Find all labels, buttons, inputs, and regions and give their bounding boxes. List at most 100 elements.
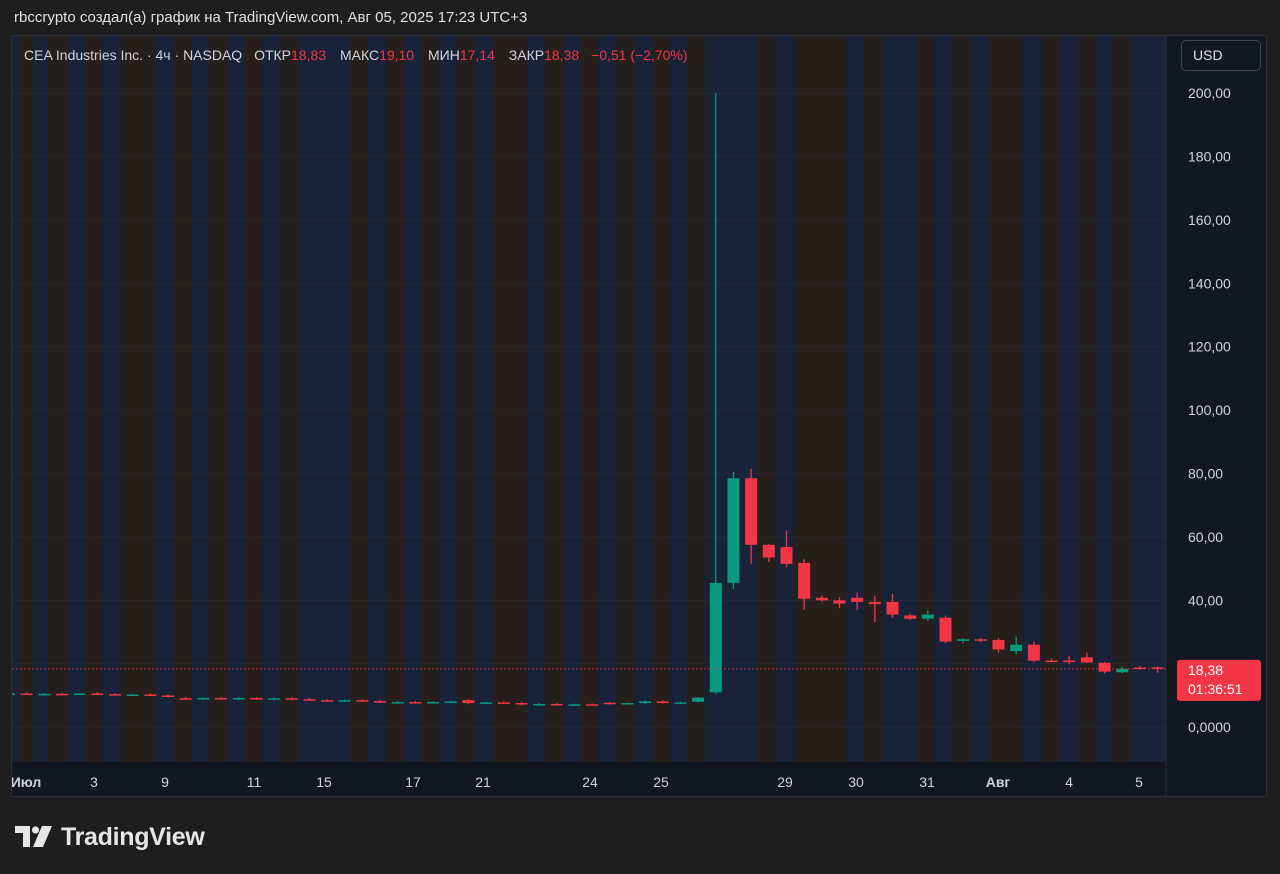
candle-body [480, 702, 493, 704]
session-band [882, 36, 917, 762]
session-band [794, 36, 846, 762]
time-axis: Июл 3 9 11 15 17 21 24 25 29 30 31 Авг 4 5 [12, 774, 1143, 790]
session-band [155, 36, 174, 762]
session-band [192, 36, 209, 762]
candle[interactable] [727, 471, 740, 590]
session-band [1059, 36, 1079, 762]
x-tick-label: Авг [986, 774, 1011, 790]
candle-body [215, 697, 228, 700]
x-tick-label: 31 [919, 774, 935, 790]
session-band [545, 36, 563, 762]
candle-body [444, 701, 457, 703]
chart-legend: CEA Industries Inc. · 4ч · NASDAQ ОТКР18… [24, 47, 698, 63]
x-tick-label: 9 [161, 774, 169, 790]
x-tick-label: 24 [582, 774, 598, 790]
chart-panel[interactable]: 18,38 01:36:51 0,0000 40,00 60,00 80,00 100,0… [11, 35, 1267, 797]
candle-body [427, 702, 440, 704]
candle-body [409, 702, 422, 704]
candle-body [462, 700, 475, 704]
candle-body [745, 478, 758, 545]
session-band [350, 36, 368, 762]
session-band [970, 36, 988, 762]
legend-interval[interactable]: 4ч [156, 47, 171, 63]
candle-body [285, 698, 298, 700]
candle-body [321, 700, 334, 702]
session-band [386, 36, 404, 762]
candle-body [73, 693, 86, 696]
session-band [670, 36, 687, 762]
candlestick-chart[interactable]: 18,38 01:36:51 0,0000 40,00 60,00 80,00 100,0… [12, 36, 1267, 797]
session-band [174, 36, 192, 762]
candle-body [709, 582, 722, 693]
candle-body [162, 695, 175, 697]
session-band [563, 36, 580, 762]
session-band [421, 36, 439, 762]
candle-body [126, 694, 139, 696]
candle[interactable] [1098, 661, 1111, 674]
x-tick-label: 5 [1135, 774, 1143, 790]
candle-body [197, 697, 210, 700]
last-price-tag[interactable]: 18,38 01:36:51 [1177, 659, 1261, 701]
session-band [634, 36, 652, 762]
session-band [439, 36, 457, 762]
session-band [33, 36, 48, 762]
session-band [580, 36, 598, 762]
session-band [120, 36, 155, 762]
session-band [262, 36, 280, 762]
legend-low-value: 17,14 [459, 47, 495, 63]
candle-body [356, 700, 369, 702]
candle-body [1010, 644, 1023, 652]
session-band [492, 36, 527, 762]
legend-change-value: −0,51 (−2,70%) [591, 47, 688, 63]
session-band [102, 36, 120, 762]
y-tick-label: 140,00 [1188, 275, 1231, 291]
x-tick-label: 3 [90, 774, 98, 790]
candle-body [12, 693, 15, 696]
legend-low-label: МИН [428, 47, 460, 63]
candle[interactable] [939, 615, 952, 644]
legend-open-value: 18,83 [291, 47, 327, 63]
candle-body [851, 597, 864, 602]
session-band [1130, 36, 1166, 762]
price-countdown: 01:36:51 [1188, 681, 1243, 697]
tradingview-logo: TradingView [15, 821, 205, 853]
session-band [457, 36, 474, 762]
candle-body [338, 700, 351, 702]
legend-symbol[interactable]: CEA Industries Inc. [24, 47, 143, 63]
chart-caption: rbccrypto создал(а) график на TradingVie… [14, 9, 528, 26]
candle-body [232, 697, 245, 700]
session-band [404, 36, 421, 762]
session-band [1113, 36, 1130, 762]
y-tick-label: 200,00 [1188, 85, 1231, 101]
candle-body [586, 704, 599, 706]
candle-body [656, 701, 669, 704]
session-band [1042, 36, 1059, 762]
candle-body [621, 703, 634, 705]
candle-body [868, 601, 881, 605]
y-tick-label: 40,00 [1188, 592, 1223, 608]
candle-body [921, 614, 934, 619]
session-band [757, 36, 776, 762]
candle-body [144, 694, 157, 696]
session-band [598, 36, 616, 762]
candle-body [1080, 657, 1093, 663]
candle-body [374, 701, 387, 703]
x-tick-label: 15 [316, 774, 332, 790]
x-tick-label: 21 [475, 774, 491, 790]
candle-body [91, 693, 104, 696]
session-bands [12, 36, 1166, 762]
candle[interactable] [692, 697, 705, 703]
session-band [209, 36, 227, 762]
session-band [616, 36, 634, 762]
y-tick-label: 100,00 [1188, 402, 1231, 418]
candle-body [1116, 668, 1129, 673]
currency-button[interactable]: USD [1181, 40, 1261, 71]
legend-open-label: ОТКР [254, 47, 292, 63]
candle-body [515, 703, 528, 705]
tradingview-logo-icon [15, 826, 52, 847]
candle-body [939, 617, 952, 642]
session-band [280, 36, 298, 762]
y-tick-label: 0,0000 [1188, 719, 1231, 735]
candle-body [674, 702, 687, 704]
x-tick-label: 25 [653, 774, 669, 790]
